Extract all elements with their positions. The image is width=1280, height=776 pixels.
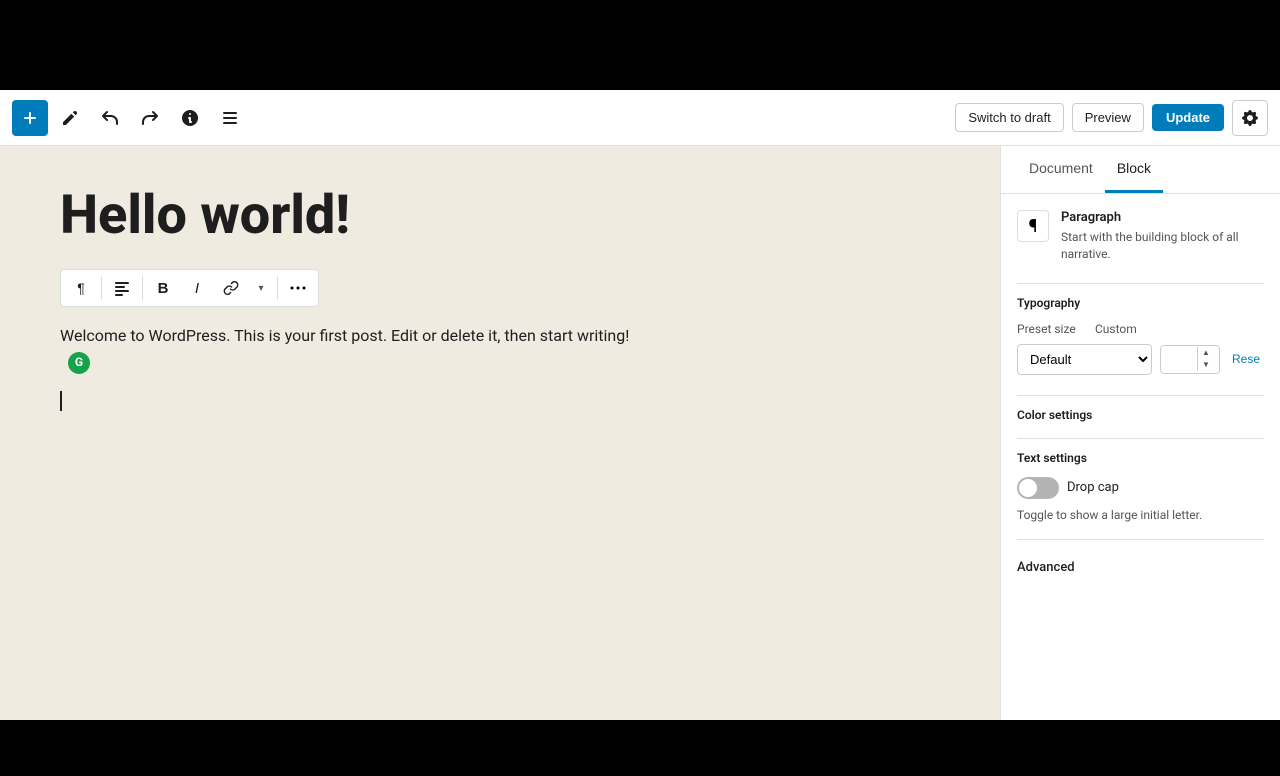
block-description: Paragraph Start with the building block … [1061,210,1264,263]
top-black-bar [0,0,1280,90]
info-button[interactable] [172,100,208,136]
main-layout: Hello world! ¶ B I [0,146,1280,720]
typography-label: Typography [1017,296,1264,310]
post-title[interactable]: Hello world! [60,186,940,245]
tab-block[interactable]: Block [1105,146,1163,193]
settings-button[interactable] [1232,100,1268,136]
tab-document[interactable]: Document [1017,146,1105,193]
plus-icon [20,108,40,128]
toggle-knob [1019,479,1037,497]
update-button[interactable]: Update [1152,104,1224,131]
font-size-row: Preset size Custom [1017,322,1264,336]
undo-icon [100,108,120,128]
sidebar-content: ¶ Paragraph Start with the building bloc… [1001,194,1280,720]
sidebar: Document Block ¶ Paragraph Start with th… [1000,146,1280,720]
typography-section: Typography Preset size Custom Default ▲ … [1017,296,1264,375]
paragraph-type-button[interactable]: ¶ [65,272,97,304]
align-button[interactable] [106,272,138,304]
text-settings-label: Text settings [1017,451,1264,465]
link-icon [222,279,240,297]
toolbar-left [12,100,951,136]
drop-cap-desc: Toggle to show a large initial letter. [1017,507,1264,524]
toolbar-divider-1 [101,276,102,300]
pencil-icon [60,108,80,128]
add-block-button[interactable] [12,100,48,136]
toolbar: Switch to draft Preview Update [0,90,1280,146]
preset-size-label: Preset size [1017,322,1087,336]
size-arrows: ▲ ▼ [1197,347,1214,371]
info-icon [180,108,200,128]
toolbar-right: Switch to draft Preview Update [955,100,1268,136]
more-options-dropdown[interactable]: ▾ [249,272,273,304]
align-icon [113,279,131,297]
editor-area[interactable]: Hello world! ¶ B I [0,146,1000,720]
drop-cap-row: Drop cap [1017,477,1264,499]
gear-icon [1240,108,1260,128]
custom-label: Custom [1095,322,1165,336]
post-content[interactable]: Welcome to WordPress. This is your first… [60,323,660,374]
advanced-section[interactable]: Advanced [1017,556,1264,575]
italic-button[interactable]: I [181,272,213,304]
custom-size-input[interactable] [1161,346,1197,373]
advanced-label: Advanced [1017,560,1075,575]
undo-button[interactable] [92,100,128,136]
ellipsis-icon [289,279,307,297]
block-toolbar: ¶ B I ▾ [60,269,319,307]
block-type-icon: ¶ [1017,210,1049,242]
bold-button[interactable]: B [147,272,179,304]
paragraph-icon: ¶ [77,280,85,296]
divider-3 [1017,438,1264,439]
color-section: Color settings [1017,408,1264,422]
block-desc: Start with the building block of all nar… [1061,229,1264,263]
cursor-block[interactable] [60,391,940,421]
toolbar-divider-2 [142,276,143,300]
color-settings-label: Color settings [1017,408,1264,422]
text-settings-section: Text settings Drop cap Toggle to show a … [1017,451,1264,524]
preview-button[interactable]: Preview [1072,103,1144,132]
drop-cap-toggle[interactable] [1017,477,1059,499]
reset-button[interactable]: Rese [1228,352,1264,366]
divider-1 [1017,283,1264,284]
tools-button[interactable] [52,100,88,136]
link-button[interactable] [215,272,247,304]
size-up-button[interactable]: ▲ [1198,347,1214,359]
preset-size-select[interactable]: Default [1017,344,1152,375]
drop-cap-label: Drop cap [1067,480,1119,495]
redo-icon [140,108,160,128]
font-size-controls: Default ▲ ▼ Rese [1017,344,1264,375]
text-cursor [60,391,62,411]
block-info: ¶ Paragraph Start with the building bloc… [1017,210,1264,263]
sidebar-tabs: Document Block [1001,146,1280,194]
size-down-button[interactable]: ▼ [1198,359,1214,371]
redo-button[interactable] [132,100,168,136]
grammarly-icon[interactable]: G [68,352,90,374]
custom-size-input-wrap: ▲ ▼ [1160,345,1220,374]
toolbar-divider-3 [277,276,278,300]
bottom-black-bar [0,720,1280,776]
block-name: Paragraph [1061,210,1264,225]
divider-2 [1017,395,1264,396]
list-view-button[interactable] [212,100,248,136]
switch-to-draft-button[interactable]: Switch to draft [955,103,1063,132]
more-options-button[interactable] [282,272,314,304]
list-icon [220,108,240,128]
divider-4 [1017,539,1264,540]
